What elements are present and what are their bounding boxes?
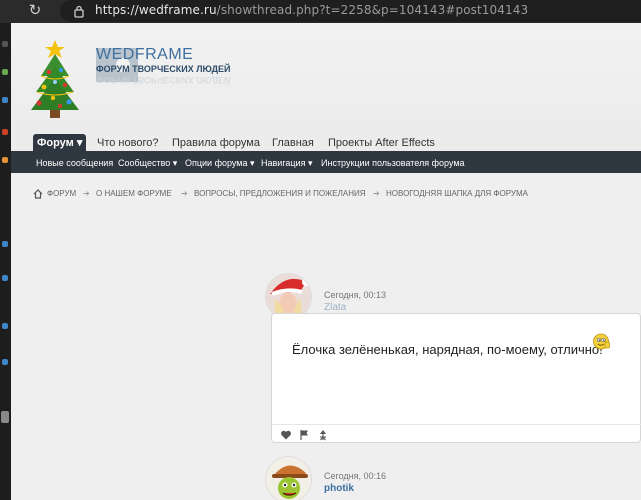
post-username[interactable]: photik <box>324 483 354 494</box>
subnav-forum-options[interactable]: Опции форума ▾ <box>185 153 255 173</box>
sub-nav: Новые сообщения Сообщество ▾ Опции форум… <box>11 153 641 173</box>
subnav-navigation[interactable]: Навигация ▾ <box>261 153 313 173</box>
user-avatar-image <box>266 457 311 500</box>
like-heart-icon[interactable] <box>280 429 292 441</box>
tab-whats-new[interactable]: Что нового? <box>93 134 162 153</box>
sidebar-icon[interactable] <box>2 275 8 281</box>
tab-forum[interactable]: Форум ▾ <box>33 134 87 153</box>
breadcrumb-separator-icon: ➔ <box>373 189 380 198</box>
site-header: WEDFRAME ФОРУМ ТВОРЧЕСКИХ ЛЮДЕЙ ФОРУМ ТВ… <box>11 23 641 131</box>
post-username[interactable]: Zlata <box>324 302 346 313</box>
breadcrumb-separator-icon: ➔ <box>83 189 90 198</box>
main-nav: Форум ▾ Что нового? Правила форума Главн… <box>11 131 641 153</box>
report-flag-icon[interactable] <box>299 429 311 441</box>
sidebar-icon[interactable] <box>2 241 8 247</box>
post-date: Сегодня, 00:16 <box>324 471 387 481</box>
sidebar-icon[interactable] <box>2 129 8 135</box>
lock-icon[interactable] <box>72 4 86 18</box>
sidebar-icon[interactable] <box>2 97 8 103</box>
subnav-community[interactable]: Сообщество ▾ <box>118 153 177 173</box>
sidebar-icon[interactable] <box>2 323 8 329</box>
christmas-tree-logo-icon[interactable] <box>27 40 83 122</box>
subnav-new-posts[interactable]: Новые сообщения <box>36 153 113 173</box>
sidebar-icon[interactable] <box>2 69 8 75</box>
breadcrumb-separator-icon: ➔ <box>181 189 188 198</box>
tab-rules[interactable]: Правила форума <box>168 134 264 153</box>
site-subtitle: ФОРУМ ТВОРЧЕСКИХ ЛЮДЕЙ <box>96 64 231 74</box>
tab-home[interactable]: Главная <box>268 134 318 153</box>
post-message: Ёлочка зелёненькая, нарядная, по-моему, … <box>292 342 603 357</box>
thumbs-up-smiley-icon <box>593 333 610 350</box>
reload-icon[interactable]: ↻ <box>26 2 44 20</box>
post-content-box: Ёлочка зелёненькая, нарядная, по-моему, … <box>271 313 641 443</box>
breadcrumb-current-thread: НОВОГОДНЯЯ ШАПКА ДЛЯ ФОРУМА <box>386 189 528 198</box>
browser-toolbar: ↻ https://wedframe.ru/showthread.php?t=2… <box>0 0 641 23</box>
url-text[interactable]: https://wedframe.ru/showthread.php?t=225… <box>95 3 528 17</box>
breadcrumb-forum[interactable]: ФОРУМ <box>47 189 76 198</box>
post-date: Сегодня, 00:13 <box>324 290 387 300</box>
sidebar-icon[interactable] <box>2 41 8 47</box>
subnav-user-guide[interactable]: Инструкции пользователя форума <box>321 153 465 173</box>
sidebar-icon[interactable] <box>2 157 8 163</box>
sidebar-icon[interactable] <box>2 359 8 365</box>
tab-after-effects[interactable]: Проекты After Effects <box>324 134 439 153</box>
breadcrumb-about[interactable]: О НАШЕМ ФОРУМЕ <box>96 189 172 198</box>
site-subtitle-reflection: ФОРУМ ТВОРЧЕСКИХ ЛЮДЕЙ <box>96 75 231 85</box>
sidebar-icon[interactable] <box>1 411 9 423</box>
post-actions-bar <box>272 424 641 444</box>
breadcrumb-questions[interactable]: ВОПРОСЫ, ПРЕДЛОЖЕНИЯ И ПОЖЕЛАНИЯ <box>194 189 366 198</box>
avatar[interactable] <box>265 456 312 500</box>
home-icon[interactable] <box>33 189 43 199</box>
reputation-icon[interactable] <box>317 429 329 441</box>
site-brand[interactable]: WEDFRAME <box>96 46 193 64</box>
browser-sidebar <box>0 23 11 500</box>
